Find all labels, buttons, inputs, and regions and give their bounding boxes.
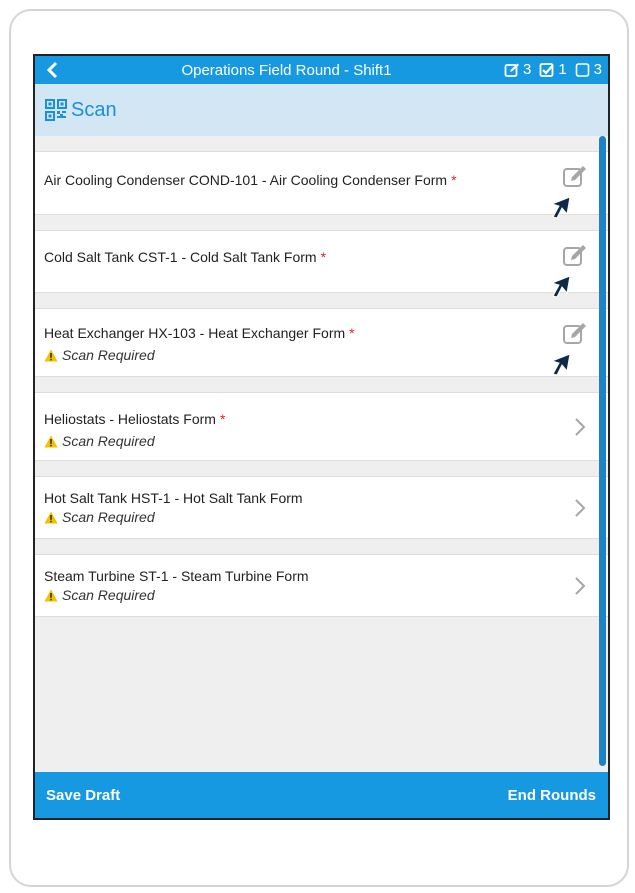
mouse-cursor-icon <box>550 353 571 376</box>
unchecked-count: 3 <box>575 61 602 78</box>
chevron-right-icon[interactable] <box>574 417 586 437</box>
scan-label: Scan <box>71 98 117 121</box>
chevron-right-icon[interactable] <box>574 576 586 596</box>
edited-count-value: 3 <box>522 61 532 78</box>
warning-icon <box>44 511 58 523</box>
list-item-name: Heliostats - Heliostats Form * <box>44 411 225 427</box>
mouse-cursor-icon <box>550 196 571 219</box>
warning-icon <box>44 589 58 601</box>
list-item[interactable]: Steam Turbine ST-1 - Steam Turbine Form … <box>35 554 608 617</box>
warning-icon <box>44 435 58 447</box>
status-text: Scan Required <box>62 347 155 363</box>
list-item-title: Steam Turbine ST-1 - Steam Turbine Form <box>44 568 309 584</box>
list-item[interactable]: Air Cooling Condenser COND-101 - Air Coo… <box>35 151 608 219</box>
status-counts: 3 1 3 <box>496 61 602 78</box>
list-item-title: Heliostats - Heliostats Form <box>44 411 216 427</box>
required-indicator: * <box>320 249 327 265</box>
checkbox-empty-icon <box>575 62 589 77</box>
list-item-name: Steam Turbine ST-1 - Steam Turbine Form <box>44 568 313 584</box>
required-indicator: * <box>219 411 226 427</box>
list-item-title: Air Cooling Condenser COND-101 - Air Coo… <box>44 172 448 188</box>
top-bar: Operations Field Round - Shift1 3 1 3 <box>35 56 608 84</box>
list-item[interactable]: Hot Salt Tank HST-1 - Hot Salt Tank Form… <box>35 476 608 539</box>
qr-code-icon <box>45 99 67 121</box>
checkbox-checked-icon <box>539 62 555 77</box>
list-item-title: Cold Salt Tank CST-1 - Cold Salt Tank Fo… <box>44 249 317 265</box>
form-list: Air Cooling Condenser COND-101 - Air Coo… <box>35 136 608 617</box>
edit-icon[interactable] <box>562 321 588 347</box>
checked-count: 1 <box>539 61 567 78</box>
required-indicator: * <box>349 325 355 341</box>
end-rounds-button[interactable]: End Rounds <box>508 787 596 804</box>
required-indicator: * <box>451 172 457 188</box>
list-item-name: Cold Salt Tank CST-1 - Cold Salt Tank Fo… <box>44 249 326 265</box>
warning-icon <box>44 349 58 361</box>
edit-icon[interactable] <box>562 164 588 190</box>
list-item[interactable]: Cold Salt Tank CST-1 - Cold Salt Tank Fo… <box>35 230 608 298</box>
edit-icon[interactable] <box>562 243 588 269</box>
app-screen: Operations Field Round - Shift1 3 1 3 Sc… <box>33 54 610 820</box>
unchecked-count-value: 3 <box>593 61 602 78</box>
list-item-title: Heat Exchanger HX-103 - Heat Exchanger F… <box>44 325 346 341</box>
bottom-bar: Save Draft End Rounds <box>35 772 608 818</box>
list-item-title: Hot Salt Tank HST-1 - Hot Salt Tank Form <box>44 490 303 506</box>
scan-required-status: Scan Required <box>44 587 155 603</box>
list-item[interactable]: Heliostats - Heliostats Form * Scan Requi… <box>35 392 608 461</box>
scrollbar[interactable] <box>599 136 606 766</box>
status-text: Scan Required <box>62 587 155 603</box>
scan-required-status: Scan Required <box>44 347 155 363</box>
scan-required-status: Scan Required <box>44 509 155 525</box>
checked-count-value: 1 <box>558 61 567 78</box>
list-item-name: Air Cooling Condenser COND-101 - Air Coo… <box>44 172 457 188</box>
list-item[interactable]: Heat Exchanger HX-103 - Heat Exchanger F… <box>35 308 608 377</box>
scan-required-status: Scan Required <box>44 433 155 449</box>
scan-button[interactable]: Scan <box>35 84 608 136</box>
list-item-name: Heat Exchanger HX-103 - Heat Exchanger F… <box>44 325 355 341</box>
status-text: Scan Required <box>62 433 155 449</box>
list-item-name: Hot Salt Tank HST-1 - Hot Salt Tank Form <box>44 490 307 506</box>
edit-square-icon <box>504 63 519 77</box>
status-text: Scan Required <box>62 509 155 525</box>
edited-count: 3 <box>504 61 531 78</box>
chevron-right-icon[interactable] <box>574 498 586 518</box>
save-draft-button[interactable]: Save Draft <box>46 787 120 804</box>
mouse-cursor-icon <box>550 275 571 298</box>
